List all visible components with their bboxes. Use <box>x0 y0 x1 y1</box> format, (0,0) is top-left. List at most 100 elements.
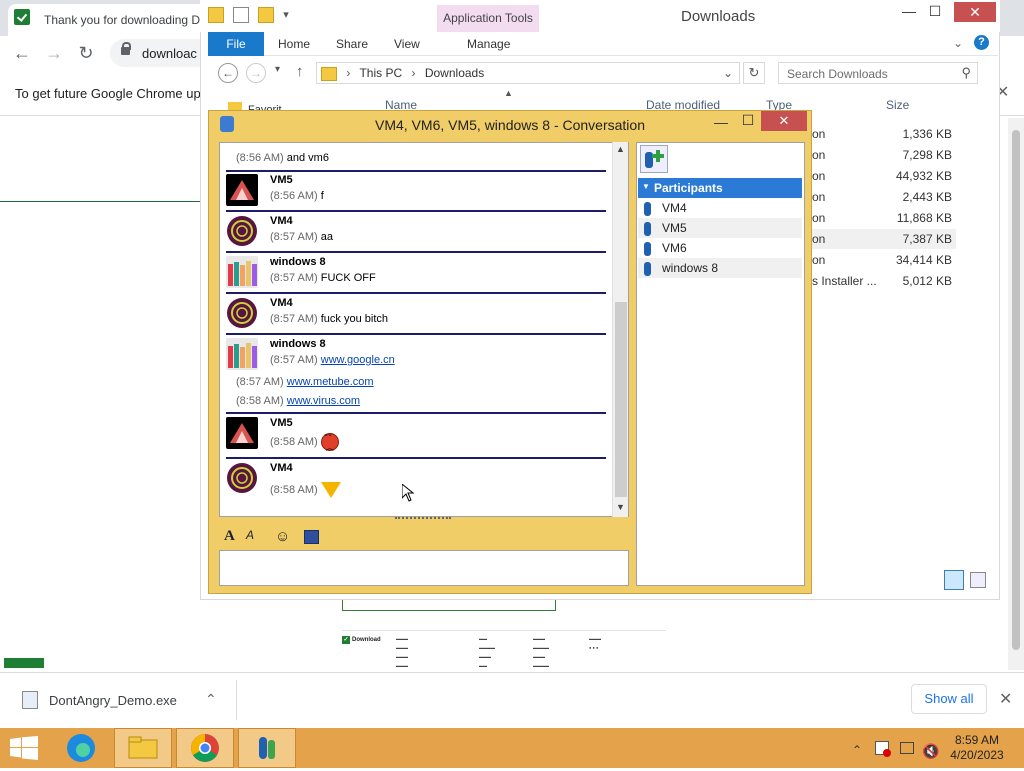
back-arrow-icon[interactable]: ← <box>8 39 36 67</box>
message-sender: VM5 <box>270 174 293 186</box>
refresh-button[interactable]: ↻ <box>743 62 765 84</box>
scroll-up-icon[interactable]: ▲ <box>616 144 625 154</box>
column-header-size[interactable]: Size <box>886 98 909 112</box>
page-scrollbar[interactable] <box>1008 118 1024 670</box>
message-text: (8:57 AM) www.metube.com <box>236 376 374 388</box>
tab-view[interactable]: View <box>394 37 420 51</box>
breadcrumb-downloads[interactable]: Downloads <box>425 66 484 80</box>
message-separator <box>226 292 606 294</box>
message-separator <box>226 412 606 414</box>
large-icons-view-icon[interactable] <box>970 572 986 588</box>
file-type: on <box>812 190 826 204</box>
address-bar[interactable]: › This PC › Downloads ⌄ <box>316 62 740 84</box>
tray-chevron-icon[interactable]: ⌃ <box>852 743 862 757</box>
page-divider <box>0 201 200 202</box>
system-clock[interactable]: 8:59 AM 4/20/2023 <box>946 733 1008 763</box>
new-folder-icon[interactable] <box>258 7 275 23</box>
participant-item[interactable]: windows 8 <box>643 261 718 276</box>
message-text: (8:58 AM) <box>270 482 341 498</box>
show-all-button[interactable]: Show all <box>911 684 987 714</box>
minimize-button[interactable]: — <box>706 114 736 130</box>
chrome-tab[interactable]: Thank you for downloading D <box>8 4 208 36</box>
properties-icon[interactable] <box>233 7 250 23</box>
file-type: on <box>812 127 826 141</box>
windows-start-icon[interactable] <box>10 736 38 760</box>
scrollbar-thumb[interactable] <box>615 302 627 497</box>
message-body: and vm6 <box>286 152 329 164</box>
volume-muted-icon[interactable]: 🔇 <box>922 743 939 760</box>
forward-arrow-icon[interactable]: → <box>40 39 68 67</box>
message-scrollbar[interactable]: ▲ ▼ <box>612 142 628 517</box>
participants-header[interactable]: Participants <box>638 178 802 198</box>
folder-icon[interactable] <box>208 7 224 23</box>
tab-file[interactable]: File <box>208 32 264 56</box>
file-type: on <box>812 253 826 267</box>
message-input[interactable] <box>219 550 629 586</box>
chevron-down-icon[interactable]: ▾ <box>283 9 289 21</box>
page-green-button[interactable] <box>4 658 44 668</box>
file-size: 2,443 KB <box>902 190 952 204</box>
breadcrumb-separator-icon: › <box>346 66 351 80</box>
messenger-app-icon <box>220 116 234 132</box>
taskbar-messenger[interactable] <box>238 728 296 768</box>
ribbon-expand-icon[interactable]: ⌄ <box>953 36 963 50</box>
taskbar-file-explorer[interactable] <box>114 728 172 768</box>
file-size: 11,868 KB <box>896 211 952 225</box>
messenger-icon <box>259 737 275 759</box>
details-view-icon[interactable] <box>944 570 964 590</box>
search-icon[interactable]: ⚲ <box>961 65 971 81</box>
emoticon-icon[interactable]: ☺ <box>275 528 290 545</box>
downloads-bar-close-icon[interactable]: ✕ <box>999 689 1012 709</box>
participant-item[interactable]: VM5 <box>644 221 687 236</box>
message-link[interactable]: www.google.cn <box>321 354 395 366</box>
message-sender: VM4 <box>270 462 293 474</box>
add-user-icon <box>645 150 664 168</box>
action-center-icon[interactable] <box>875 741 891 757</box>
message-time: (8:58 AM) <box>270 435 318 448</box>
taskbar-chrome[interactable] <box>176 728 234 768</box>
angry-face-icon <box>320 433 339 453</box>
message-time: (8:57 AM) <box>270 313 318 325</box>
download-item[interactable]: DontAngry_Demo.exe <box>49 693 177 708</box>
taskbar-edge[interactable] <box>52 728 110 768</box>
maximize-button[interactable]: ☐ <box>733 112 763 129</box>
message-body: fuck you bitch <box>320 313 389 325</box>
maximize-button[interactable]: ☐ <box>920 3 950 20</box>
font-icon[interactable]: A <box>224 528 235 545</box>
file-type: on <box>812 232 826 246</box>
address-dropdown-icon[interactable]: ⌄ <box>723 66 733 80</box>
explorer-titlebar[interactable] <box>200 0 1000 32</box>
infobar-text: To get future Google Chrome up <box>15 86 201 101</box>
back-icon[interactable]: ← <box>218 63 238 83</box>
tab-manage[interactable]: Manage <box>467 37 510 51</box>
recent-locations-icon[interactable]: ▾ <box>275 64 280 75</box>
scrollbar-thumb[interactable] <box>1012 130 1020 650</box>
close-button[interactable]: ✕ <box>761 111 807 131</box>
message-link[interactable]: www.metube.com <box>287 376 374 388</box>
participant-item[interactable]: VM6 <box>644 241 687 256</box>
message-time: (8:58 AM) <box>236 395 284 407</box>
message-history[interactable]: (8:56 AM) and vm6 VM5 (8:56 AM) f VM4 (8… <box>219 142 629 517</box>
message-link[interactable]: www.virus.com <box>287 395 360 407</box>
help-icon[interactable]: ? <box>974 35 989 50</box>
message-separator <box>226 457 606 459</box>
network-icon[interactable] <box>900 742 914 754</box>
breadcrumb-this-pc[interactable]: This PC <box>359 66 402 80</box>
text-color-icon[interactable]: A <box>246 528 254 542</box>
save-icon[interactable] <box>304 530 319 544</box>
add-participant-button[interactable] <box>640 145 668 173</box>
file-type: on <box>812 148 826 162</box>
message-text: (8:57 AM) aa <box>270 231 333 243</box>
search-input[interactable]: Search Downloads ⚲ <box>778 62 978 84</box>
tab-home[interactable]: Home <box>278 37 310 51</box>
tab-share[interactable]: Share <box>336 37 368 51</box>
participant-item[interactable]: VM4 <box>644 201 687 216</box>
ribbon-tabs <box>208 32 998 56</box>
up-icon[interactable]: ↑ <box>296 63 304 80</box>
forward-icon[interactable]: → <box>246 63 266 83</box>
close-button[interactable]: ✕ <box>954 2 996 22</box>
splitter-grip[interactable] <box>395 517 451 523</box>
scroll-down-icon[interactable]: ▼ <box>616 502 625 512</box>
chevron-up-icon[interactable]: ⌃ <box>205 691 217 708</box>
reload-icon[interactable]: ↻ <box>72 39 100 67</box>
